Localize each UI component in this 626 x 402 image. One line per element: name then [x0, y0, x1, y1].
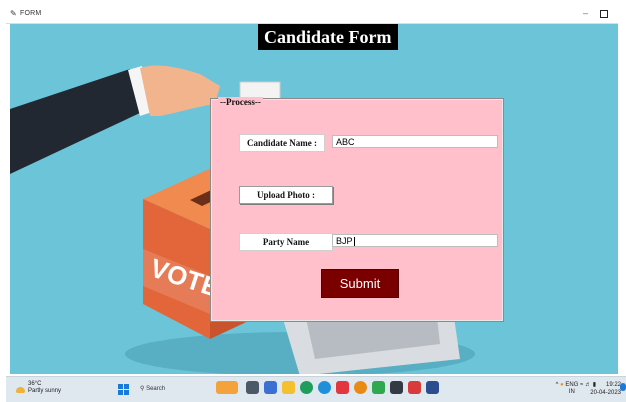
- windows-logo-icon: [118, 384, 123, 389]
- taskbar-search[interactable]: ⚲ Search: [140, 383, 202, 396]
- app-photo-icon[interactable]: [408, 381, 421, 394]
- maximize-button[interactable]: [600, 10, 608, 18]
- clock[interactable]: 19:22 20-04-2023: [590, 381, 621, 397]
- title-bar: ✎ FORM –: [6, 6, 618, 24]
- form-canvas: VOTE Candidate Form --Process-- Candidat…: [10, 24, 618, 374]
- notification-icon[interactable]: [620, 383, 626, 391]
- candidate-name-input[interactable]: ABC: [332, 135, 498, 148]
- search-icon: ⚲: [140, 386, 145, 392]
- submit-button[interactable]: Submit: [321, 269, 399, 298]
- weather-temp: 36°C: [28, 381, 42, 387]
- page-title: Candidate Form: [258, 24, 398, 50]
- party-name-value: BJP: [336, 236, 353, 246]
- weather-desc: Partly sunny: [28, 388, 62, 394]
- chat-icon[interactable]: [264, 381, 277, 394]
- widgets-icon[interactable]: [216, 381, 238, 394]
- window-title: FORM: [20, 10, 42, 17]
- tray-app-icon[interactable]: ●: [560, 382, 564, 388]
- party-name-label: Party Name: [239, 233, 333, 251]
- text-caret: [353, 237, 355, 247]
- chevron-up-icon[interactable]: ^: [556, 382, 559, 388]
- time: 19:22: [605, 382, 621, 388]
- candidate-name-label: Candidate Name :: [239, 134, 325, 152]
- taskbar: 36°C Partly sunny ⚲ Search ^ ● ENG IN ≈ …: [6, 376, 626, 402]
- wifi-icon[interactable]: ≈: [580, 382, 583, 388]
- process-panel: --Process-- Candidate Name : ABC Upload …: [210, 97, 504, 322]
- language-indicator[interactable]: ENG IN: [565, 382, 578, 396]
- search-label: Search: [146, 386, 166, 392]
- process-legend: --Process--: [218, 97, 263, 107]
- app-window: ✎ FORM – VOTE Candidate Form --Process--…: [0, 0, 626, 402]
- arm-sleeve: [10, 69, 142, 174]
- feather-icon: ✎: [10, 9, 17, 18]
- minimize-button[interactable]: –: [583, 8, 588, 18]
- chrome-icon[interactable]: [354, 381, 367, 394]
- start-button[interactable]: [118, 384, 129, 395]
- task-view-icon[interactable]: [246, 381, 259, 394]
- language-primary: ENG: [565, 382, 579, 388]
- app-red-icon[interactable]: [336, 381, 349, 394]
- weather-sun-icon: [16, 387, 25, 393]
- app-green-icon[interactable]: [372, 381, 385, 394]
- upload-photo-button[interactable]: Upload Photo :: [239, 186, 333, 204]
- file-explorer-icon[interactable]: [282, 381, 295, 394]
- language-secondary: IN: [568, 389, 575, 395]
- date: 20-04-2023: [590, 390, 621, 396]
- spotify-icon[interactable]: [300, 381, 313, 394]
- python-icon[interactable]: [426, 381, 439, 394]
- hand: [140, 65, 220, 116]
- edge-icon[interactable]: [318, 381, 331, 394]
- terminal-icon[interactable]: [390, 381, 403, 394]
- party-name-input[interactable]: BJP: [332, 234, 498, 247]
